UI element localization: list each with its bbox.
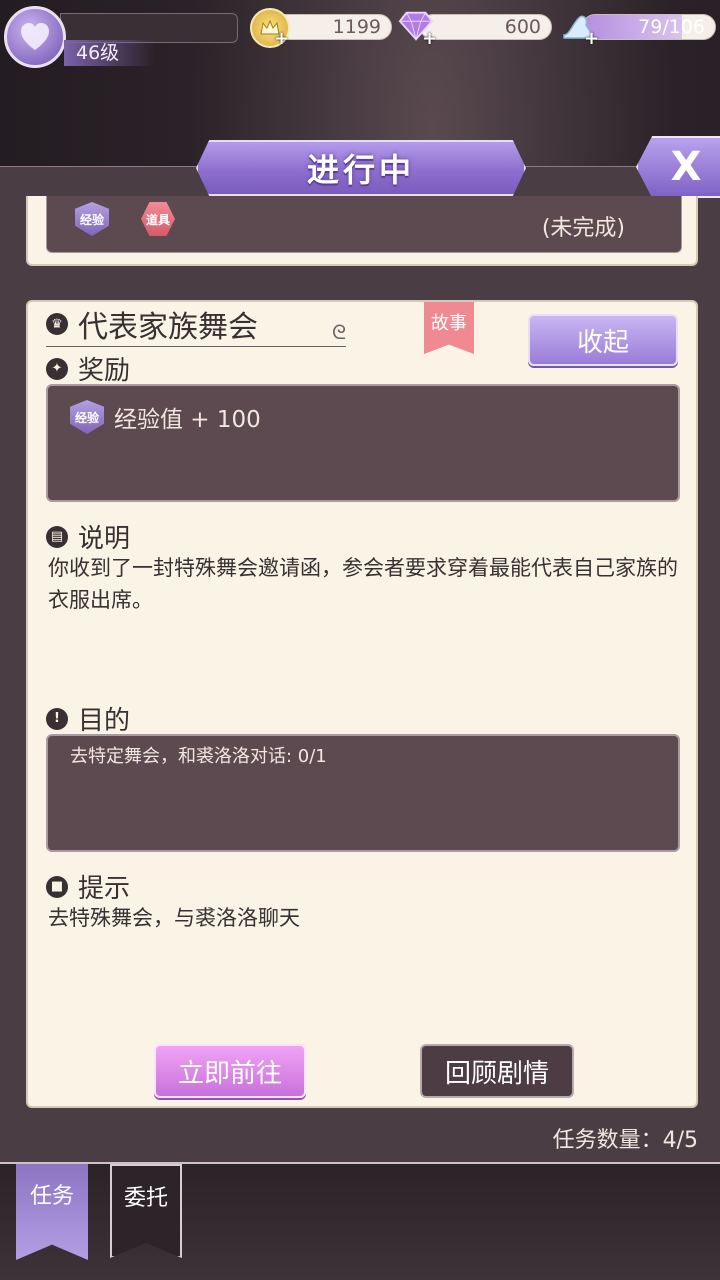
energy-resource[interactable]: 79/106 +	[560, 12, 716, 49]
panel-title: 进行中	[196, 140, 526, 196]
gold-resource[interactable]: 1199 +	[250, 8, 392, 49]
quest-title-row: ♛ 代表家族舞会	[46, 302, 346, 347]
close-button[interactable]: X	[636, 136, 720, 198]
previous-quest-status: (未完成)	[541, 216, 625, 241]
previous-reward-box: 经验 道具 (未完成)	[46, 196, 682, 253]
close-icon: X	[670, 144, 702, 190]
goal-box: 去特定舞会，和裘洛洛对话: 0/1	[46, 734, 680, 852]
hint-heading: ■ 提示	[46, 868, 130, 905]
reward-box: 经验 经验值 + 100	[46, 384, 680, 502]
reward-text: 经验值 + 100	[114, 407, 261, 433]
book-icon: ▤	[46, 525, 68, 548]
task-count: 任务数量：4/5	[552, 1128, 698, 1153]
exp-badge-icon: 经验	[70, 400, 104, 434]
hint-text: 去特殊舞会，与裘洛洛聊天	[48, 906, 300, 930]
story-tag: 故事	[424, 302, 474, 354]
diamond-amount: 600	[420, 14, 552, 40]
energy-amount: 79/106	[582, 14, 716, 40]
goal-heading: ! 目的	[46, 700, 130, 737]
goal-text: 去特定舞会，和裘洛洛对话: 0/1	[70, 746, 327, 767]
handshake-heart-icon	[21, 23, 49, 50]
goal-heading-label: 目的	[78, 706, 131, 736]
gold-amount: 1199	[272, 14, 392, 40]
description-heading-label: 说明	[78, 524, 131, 554]
collapse-button[interactable]: 收起	[528, 314, 678, 366]
gift-icon: ✦	[46, 357, 68, 380]
description-text: 你收到了一封特殊舞会邀请函，参会者要求穿着最能代表自己家族的衣服出席。	[48, 556, 678, 612]
review-story-button[interactable]: 回顾剧情	[420, 1044, 574, 1098]
status-bar: 46级 1199 + 600 + 79/106 +	[0, 0, 720, 120]
description-heading: ▤ 说明	[46, 518, 130, 555]
exclamation-icon: !	[46, 707, 68, 730]
reward-heading: ✦ 奖励	[46, 350, 130, 387]
reward-item: 经验 经验值 + 100	[70, 400, 261, 434]
note-icon: ■	[46, 875, 68, 898]
add-energy-icon[interactable]: +	[584, 28, 599, 49]
item-badge-icon: 道具	[141, 202, 175, 236]
crown-icon: ♛	[46, 313, 68, 335]
diamond-resource[interactable]: 600 +	[398, 11, 554, 49]
quest-title: 代表家族舞会	[78, 310, 258, 345]
swirl-ornament-icon: ᘓ	[332, 320, 347, 344]
go-now-button[interactable]: 立即前往	[154, 1044, 306, 1098]
previous-quest-card[interactable]: 经验 道具 (未完成)	[26, 196, 698, 266]
quest-card: ♛ 代表家族舞会 ᘓ 故事 收起 ✦ 奖励 经验 经验值 + 100 ▤ 说明 …	[26, 300, 698, 1108]
exp-badge-icon: 经验	[75, 202, 109, 236]
player-name-bar	[60, 13, 238, 43]
player-avatar[interactable]	[4, 6, 66, 68]
reward-heading-label: 奖励	[78, 356, 131, 386]
player-level: 46级	[64, 40, 156, 66]
bottom-tab-bar	[0, 1164, 720, 1280]
add-diamond-icon[interactable]: +	[422, 28, 437, 49]
hint-heading-label: 提示	[78, 874, 131, 904]
add-gold-icon[interactable]: +	[274, 28, 289, 49]
